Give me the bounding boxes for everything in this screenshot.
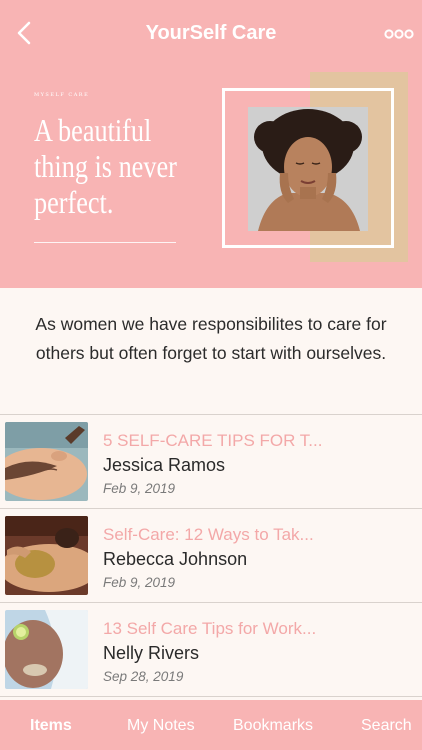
article-thumbnail [5,516,88,595]
more-button[interactable] [382,24,416,44]
article-date: Sep 28, 2019 [103,669,184,684]
more-horizontal-icon [384,29,414,39]
hero-divider [34,242,176,243]
hero-eyebrow: MYSELF CARE [34,92,90,98]
intro-text: As women we have responsibilites to care… [35,314,387,363]
page-title: YourSelf Care [145,22,277,44]
hero-banner: MYSELF CARE A beautiful thing is never p… [0,68,422,288]
hero-quote: A beautiful thing is never perfect. [34,112,177,220]
article-thumbnail [5,422,88,501]
article-date: Feb 9, 2019 [103,575,176,590]
tab-bookmarks[interactable]: Bookmarks [233,717,313,735]
article-title: 5 SELF-CARE TIPS FOR T... [103,431,323,450]
list-item[interactable]: Self-Care: 12 Ways to Tak... Rebecca Joh… [0,509,422,603]
list-item[interactable]: 13 Self Care Tips for Work... Nelly Rive… [0,603,422,697]
list-item[interactable]: 5 SELF-CARE TIPS FOR T... Jessica Ramos … [0,415,422,509]
article-thumbnail [5,610,88,689]
app-header: YourSelf Care [0,0,422,68]
article-author: Nelly Rivers [103,643,200,663]
article-list: 5 SELF-CARE TIPS FOR T... Jessica Ramos … [0,414,422,697]
article-author: Jessica Ramos [103,455,226,475]
article-author: Rebecca Johnson [103,549,248,569]
article-title: Self-Care: 12 Ways to Tak... [103,525,314,544]
tab-search[interactable]: Search [361,717,412,735]
bottom-tab-bar: Items My Notes Bookmarks Search [0,700,422,750]
article-title: 13 Self Care Tips for Work... [103,619,317,638]
tab-items[interactable]: Items [30,717,72,735]
article-date: Feb 9, 2019 [103,481,176,496]
tab-my-notes[interactable]: My Notes [127,717,195,735]
hero-frame [222,88,394,248]
